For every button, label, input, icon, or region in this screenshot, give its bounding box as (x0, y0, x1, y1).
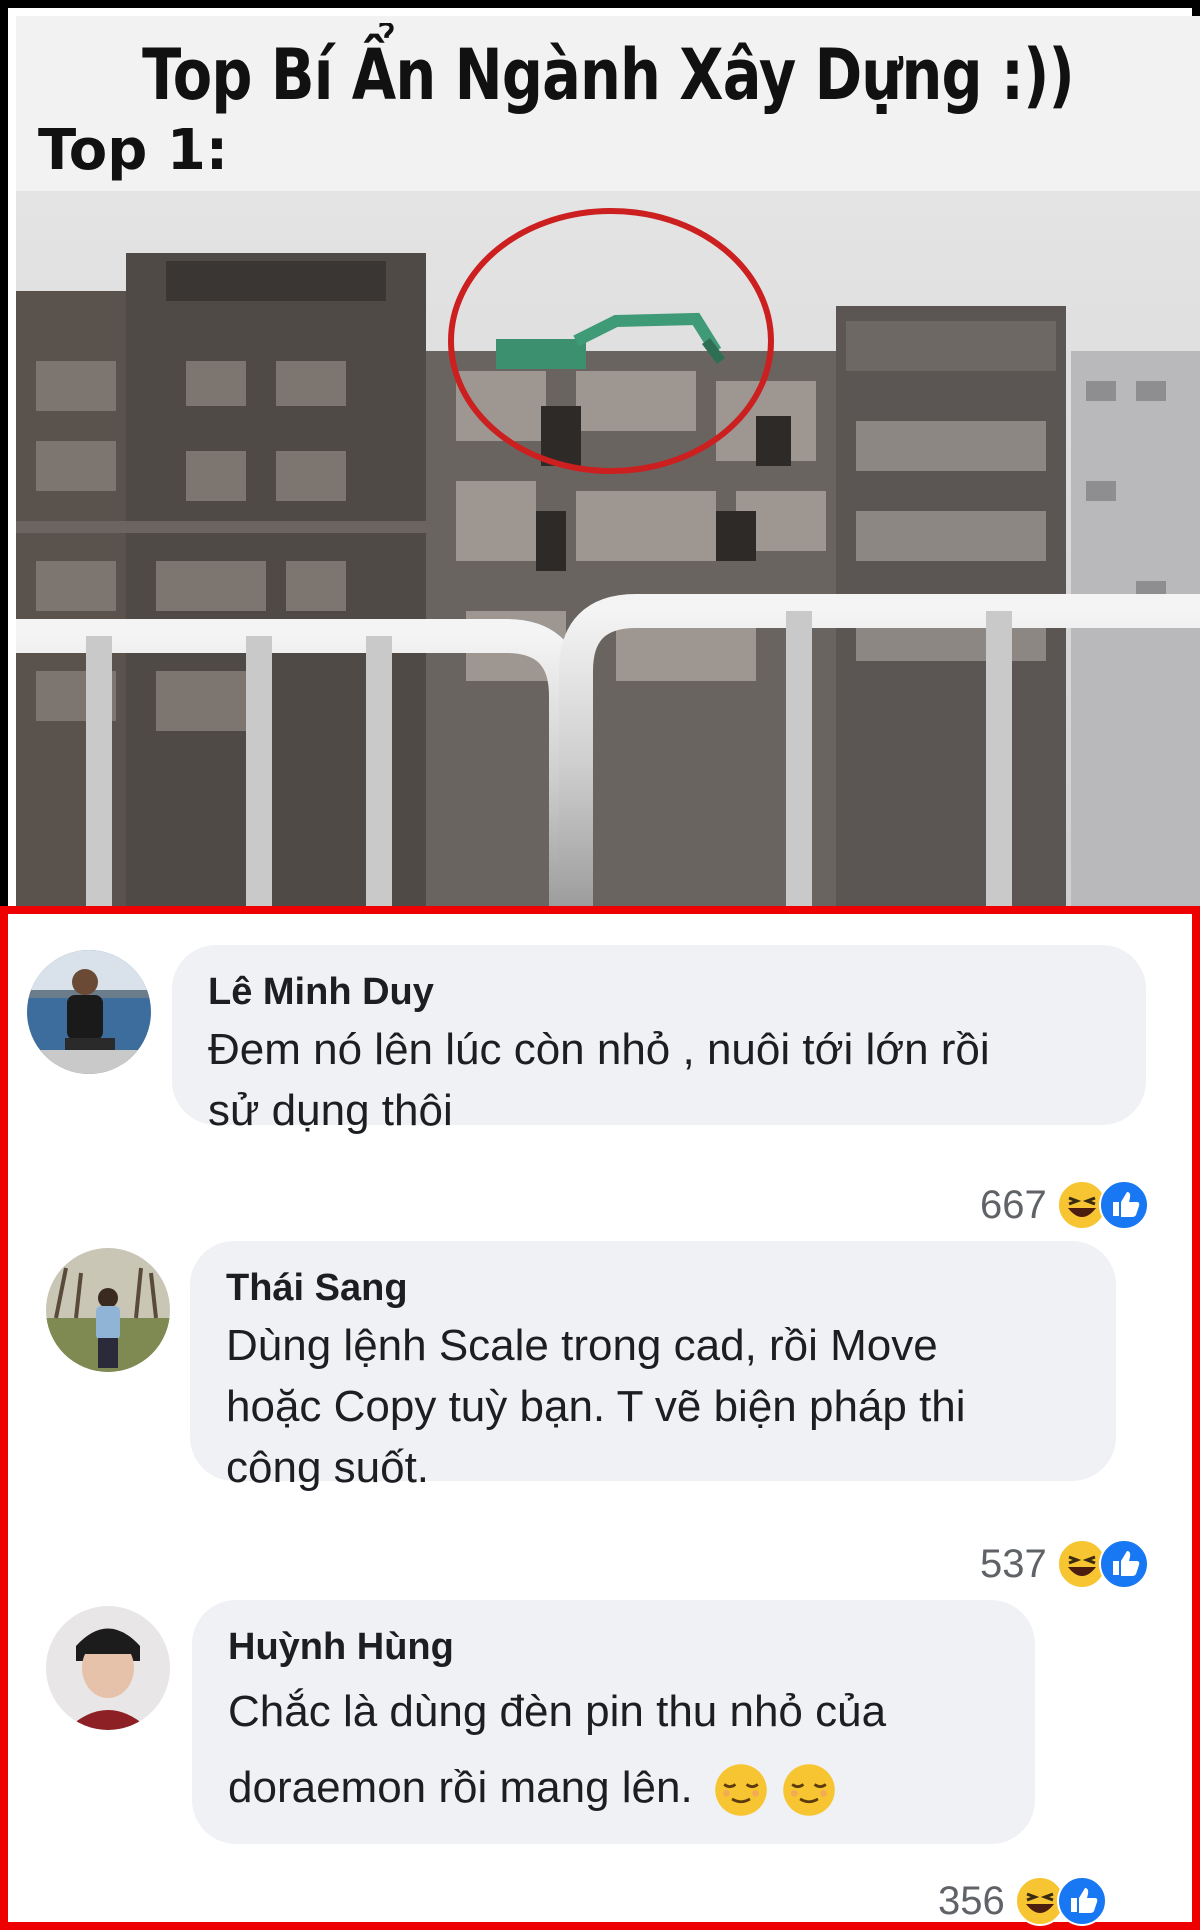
meme-header: Top Bí Ẩn Ngành Xây Dựng :)) Top 1: (16, 16, 1200, 191)
comment-text-line: doraemon rồi mang lên. (228, 1750, 1001, 1826)
comment-text: Chắc là dùng đèn pin thu nhỏ của doraemo… (228, 1674, 1001, 1826)
avatar-photo-icon (27, 950, 151, 1074)
comment-author[interactable]: Huỳnh Hùng (228, 1624, 1001, 1670)
demolition-photo-illustration (16, 191, 1200, 914)
comment-text-line: Dùng lệnh Scale trong cad, rồi Move (226, 1321, 938, 1370)
comment-text: Dùng lệnh Scale trong cad, rồi Move hoặc… (226, 1315, 1082, 1498)
relieved-face-icon (783, 1764, 835, 1817)
comment-text-line: Chắc là dùng đèn pin thu nhỏ của (228, 1687, 887, 1736)
like-icon (1098, 1180, 1149, 1230)
comment-text-line: hoặc Copy tuỳ bạn. T vẽ biện pháp thi (226, 1382, 966, 1431)
comment-bubble: Thái Sang Dùng lệnh Scale trong cad, rồi… (190, 1241, 1116, 1492)
relieved-face-icon (715, 1764, 767, 1817)
reaction-summary[interactable]: 537 (980, 1536, 1149, 1592)
comment-text-line: sử dụng thôi (208, 1086, 453, 1135)
comment-bubble: Lê Minh Duy Đem nó lên lúc còn nhỏ , nuô… (172, 945, 1146, 1135)
avatar[interactable] (46, 1248, 170, 1372)
comment-text-content: doraemon rồi mang lên. (228, 1763, 693, 1812)
comment-author[interactable]: Lê Minh Duy (208, 969, 1112, 1015)
like-icon (1098, 1539, 1149, 1589)
avatar[interactable] (27, 950, 151, 1074)
comment-bubble: Huỳnh Hùng Chắc là dùng đèn pin thu nhỏ … (192, 1600, 1035, 1844)
comment-text-line: Đem nó lên lúc còn nhỏ , nuôi tới lớn rồ… (208, 1025, 990, 1074)
comment-author[interactable]: Thái Sang (226, 1265, 1082, 1311)
demolition-photo (16, 191, 1200, 914)
comments-section: Lê Minh Duy Đem nó lên lúc còn nhỏ , nuô… (0, 906, 1200, 1930)
avatar-photo-icon (46, 1248, 170, 1372)
like-icon (1056, 1876, 1107, 1926)
avatar[interactable] (46, 1606, 170, 1730)
reaction-summary[interactable]: 356 (938, 1873, 1107, 1929)
avatar-photo-icon (46, 1606, 170, 1730)
reaction-count: 667 (980, 1182, 1047, 1227)
comment-text-line: công suốt. (226, 1443, 430, 1492)
reaction-summary[interactable]: 667 (980, 1177, 1149, 1233)
meme-title: Top Bí Ẩn Ngành Xây Dựng :)) (142, 34, 1075, 116)
reaction-count: 356 (938, 1878, 1005, 1923)
comment-text: Đem nó lên lúc còn nhỏ , nuôi tới lớn rồ… (208, 1019, 1112, 1141)
meme-subtitle: Top 1: (38, 118, 229, 183)
reaction-count: 537 (980, 1541, 1047, 1586)
